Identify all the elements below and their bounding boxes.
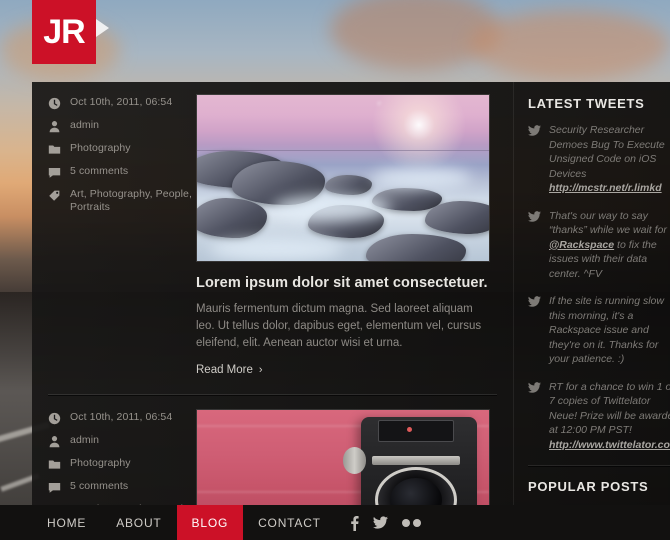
camera-knob <box>343 447 367 474</box>
post-category[interactable]: Photography <box>70 457 131 470</box>
tweet-link[interactable]: http://www.twittelator.com <box>549 439 670 451</box>
twitter-bird-icon <box>528 125 542 196</box>
read-more-label: Read More <box>196 364 253 376</box>
meta-comments-row: 5 comments <box>48 480 196 494</box>
post-meta: Oct 10th, 2011, 06:54 admin Photography <box>48 409 196 512</box>
site-logo[interactable]: JR <box>32 0 96 64</box>
tweet-text: That's our way to say “thanks” while we … <box>549 209 670 282</box>
content-column: Oct 10th, 2011, 06:54 admin Photography <box>32 82 513 512</box>
logo-arrow-icon <box>96 19 109 37</box>
tweet-body-text: Security Researcher Demoes Bug To Execut… <box>549 124 665 180</box>
tweet-text: Security Researcher Demoes Bug To Execut… <box>549 123 670 196</box>
post-body: Lorem ipsum dolor sit amet consectetuer.… <box>196 94 497 378</box>
tag-icon <box>48 189 61 202</box>
main-nav: HOME ABOUT BLOG CONTACT <box>32 505 421 540</box>
read-more-link[interactable]: Read More › <box>196 364 263 376</box>
post-author[interactable]: admin <box>70 119 99 132</box>
twitter-bird-icon <box>528 296 542 367</box>
social-links <box>350 505 421 540</box>
meta-tags-row: Art, Photography, People, Portraits <box>48 188 196 214</box>
tweet-mention[interactable]: @Rackspace <box>549 239 614 251</box>
meta-date-row: Oct 10th, 2011, 06:54 <box>48 96 196 110</box>
main-panel: Oct 10th, 2011, 06:54 admin Photography <box>32 82 670 512</box>
tweet-item: Security Researcher Demoes Bug To Execut… <box>528 123 670 196</box>
chevron-right-icon: › <box>258 364 263 376</box>
clock-icon <box>48 412 61 425</box>
facebook-icon[interactable] <box>350 515 359 531</box>
meta-author-row: admin <box>48 434 196 448</box>
meta-comments-row: 5 comments <box>48 165 196 179</box>
footer-navigation: HOME ABOUT BLOG CONTACT <box>0 505 670 540</box>
nav-item-contact[interactable]: CONTACT <box>243 505 336 540</box>
twitter-bird-icon <box>528 210 542 282</box>
post-date: Oct 10th, 2011, 06:54 <box>70 96 173 108</box>
folder-icon <box>48 143 61 156</box>
user-icon <box>48 120 61 133</box>
tweet-text: If the site is running slow this morning… <box>549 295 664 365</box>
post-category[interactable]: Photography <box>70 142 131 155</box>
post-author[interactable]: admin <box>70 434 99 447</box>
rock <box>366 234 466 261</box>
comment-icon <box>48 166 61 179</box>
post-excerpt: Mauris fermentum dictum magna. Sed laore… <box>196 303 482 349</box>
user-icon <box>48 435 61 448</box>
post-meta: Oct 10th, 2011, 06:54 admin Photography <box>48 94 196 378</box>
seascape-photo <box>197 95 489 261</box>
meta-author-row: admin <box>48 119 196 133</box>
tweet-body-text: RT for a chance to win 1 of 7 copies of … <box>549 380 670 437</box>
nav-item-home[interactable]: HOME <box>32 505 101 540</box>
tweet-text: RT for a chance to win 1 of 7 copies of … <box>549 380 670 453</box>
meta-category-row: Photography <box>48 142 196 156</box>
twitter-bird-icon <box>528 381 542 453</box>
post-title[interactable]: Lorem ipsum dolor sit amet consectetuer. <box>196 274 497 292</box>
post-comments[interactable]: 5 comments <box>70 480 128 493</box>
rock <box>197 197 268 238</box>
tweet-link[interactable]: http://mcstr.net/r.limkd <box>549 182 662 194</box>
meta-category-row: Photography <box>48 457 196 471</box>
tweet-item: That's our way to say “thanks” while we … <box>528 209 670 282</box>
sidebar: LATEST TWEETS Security Researcher Demoes… <box>513 82 670 512</box>
camera-hood <box>378 419 454 442</box>
nav-item-blog[interactable]: BLOG <box>176 505 244 540</box>
post-tags[interactable]: Art, Photography, People, Portraits <box>70 188 196 214</box>
popular-posts-title: POPULAR POSTS <box>528 479 649 494</box>
post-date: Oct 10th, 2011, 06:54 <box>70 411 173 423</box>
twitter-icon[interactable] <box>372 516 388 529</box>
camera-nameplate <box>372 456 460 465</box>
camera-photo <box>197 410 489 512</box>
post-body <box>196 409 497 512</box>
post-divider <box>48 394 497 395</box>
latest-tweets-title: LATEST TWEETS <box>528 96 645 111</box>
nav-item-about[interactable]: ABOUT <box>101 505 176 540</box>
widget-divider <box>528 465 670 466</box>
post-featured-image[interactable] <box>196 94 490 262</box>
post-comments[interactable]: 5 comments <box>70 165 128 178</box>
meta-date-row: Oct 10th, 2011, 06:54 <box>48 411 196 425</box>
folder-icon <box>48 458 61 471</box>
mist <box>372 168 472 188</box>
camera-indicator <box>407 426 413 432</box>
logo-text: JR <box>43 13 85 51</box>
rock <box>424 201 489 235</box>
post-featured-image[interactable] <box>196 409 490 512</box>
blog-post: Oct 10th, 2011, 06:54 admin Photography <box>32 94 513 378</box>
tweet-item: RT for a chance to win 1 of 7 copies of … <box>528 380 670 453</box>
flickr-icon[interactable] <box>401 518 421 527</box>
tweet-item: If the site is running slow this morning… <box>528 294 670 367</box>
rock <box>325 174 373 195</box>
clock-icon <box>48 97 61 110</box>
cloud <box>470 10 670 80</box>
mist <box>272 194 390 222</box>
tweet-body-text: That's our way to say “thanks” while we … <box>549 209 667 237</box>
mist <box>208 237 343 261</box>
comment-icon <box>48 481 61 494</box>
blog-post: Oct 10th, 2011, 06:54 admin Photography <box>32 409 513 512</box>
